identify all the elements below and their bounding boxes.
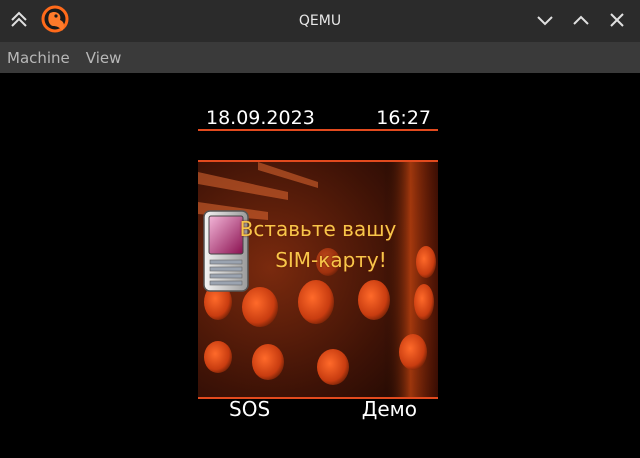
date-label: 18.09.2023 [206, 107, 315, 129]
close-icon[interactable] [606, 9, 628, 31]
keep-above-icon[interactable] [8, 9, 30, 31]
vm-display[interactable]: 18.09.2023 16:27 Вставьте вашу SIM-карту… [0, 73, 640, 458]
wallpaper-panel: Вставьте вашу SIM-карту! [198, 160, 438, 399]
softkey-demo[interactable]: Демо [362, 397, 417, 421]
qemu-logo-icon[interactable] [41, 5, 71, 35]
softkey-bar: SOS Демо [198, 397, 438, 425]
title-bar: QEMU [0, 0, 640, 42]
sim-message-line1: Вставьте вашу [239, 217, 397, 241]
sim-message-line2: SIM-карту! [275, 248, 387, 272]
softkey-sos[interactable]: SOS [229, 397, 270, 421]
maximize-icon[interactable] [570, 9, 592, 31]
menu-machine[interactable]: Machine [0, 49, 78, 67]
menu-bar: Machine View [0, 42, 640, 73]
menu-view[interactable]: View [78, 49, 130, 67]
time-label: 16:27 [376, 107, 431, 129]
phone-status-bar: 18.09.2023 16:27 [198, 107, 438, 131]
minimize-icon[interactable] [534, 9, 556, 31]
